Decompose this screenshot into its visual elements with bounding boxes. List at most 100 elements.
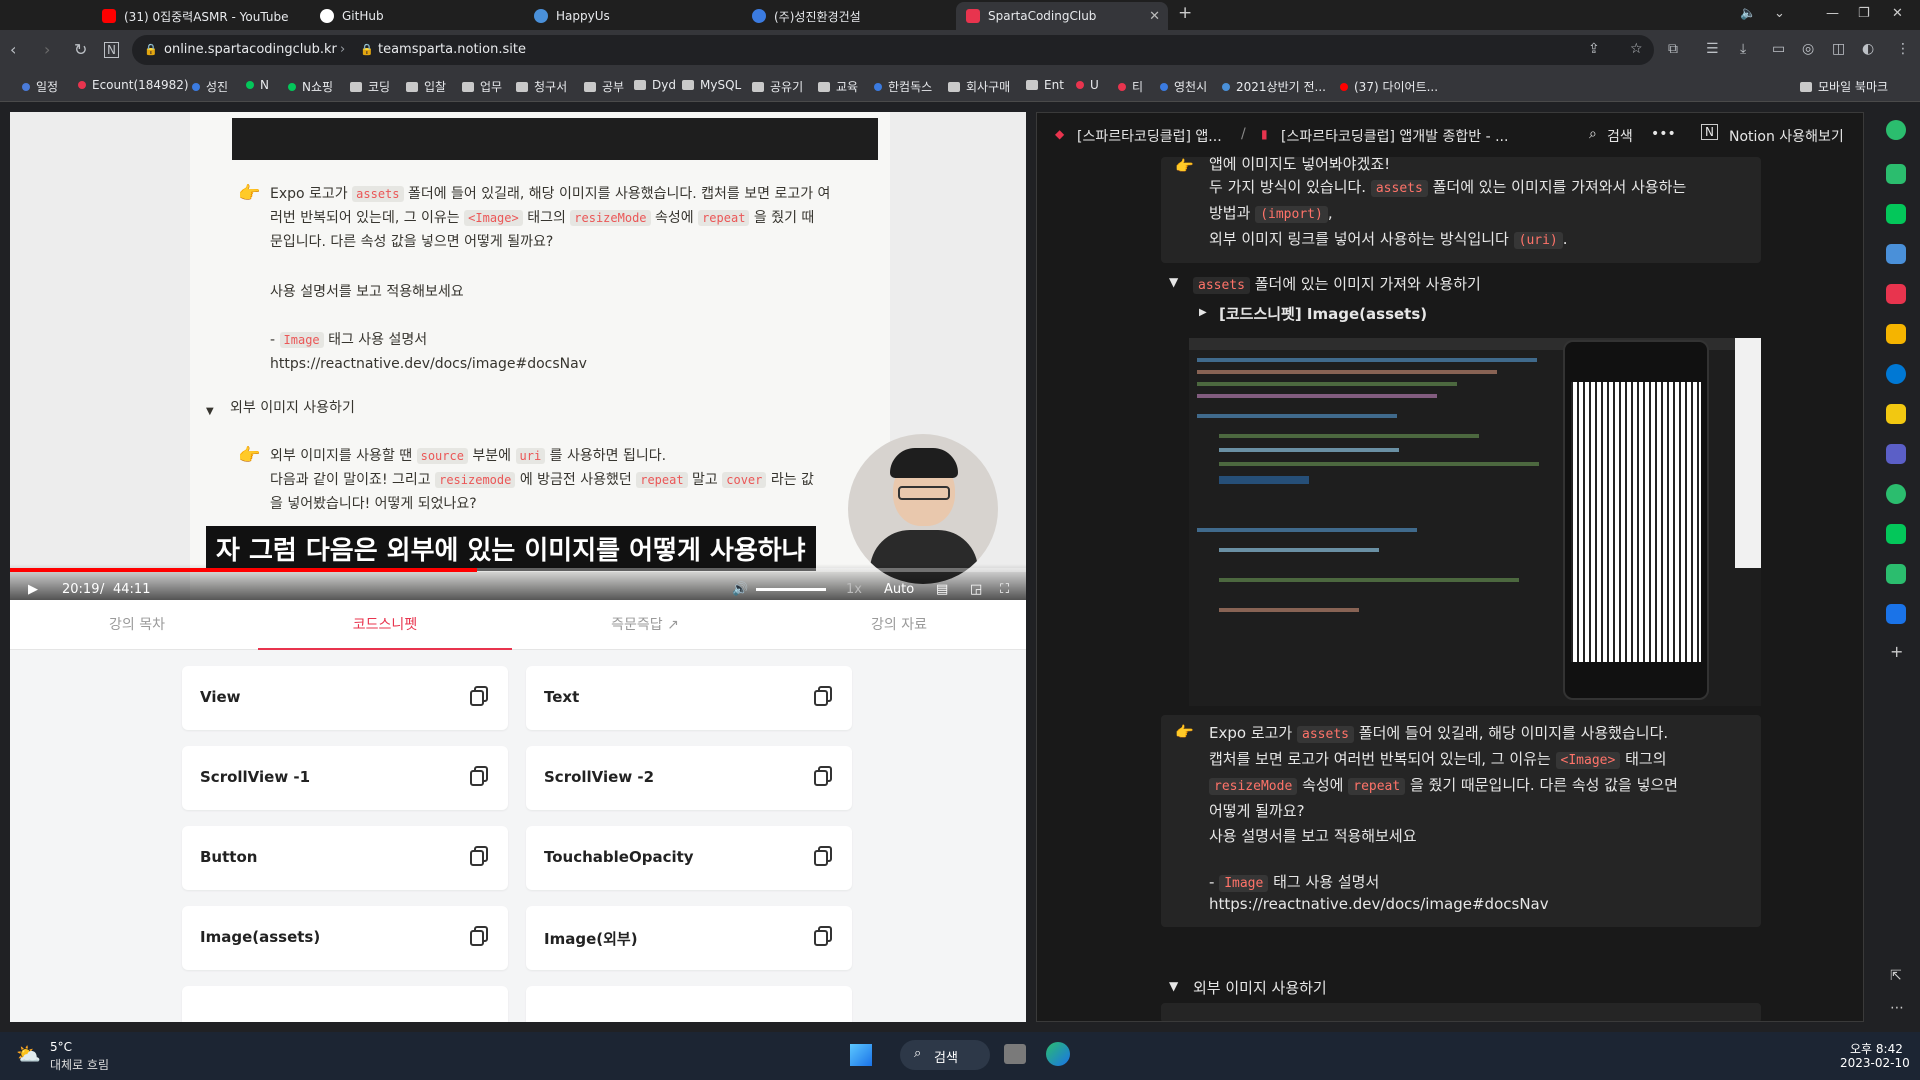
extensions-icon[interactable]: ⧉ <box>1668 41 1678 57</box>
restore-icon[interactable]: ❐ <box>1858 6 1870 21</box>
collections-icon[interactable]: ▭ <box>1772 41 1785 57</box>
copy-icon[interactable] <box>814 686 832 706</box>
snippet-card[interactable]: ScrollView -2 <box>526 746 852 810</box>
bookmark-item[interactable]: 성진 <box>192 78 228 95</box>
address-bar[interactable]: 🔒 online.spartacodingclub.kr › 🔒 teamspa… <box>132 35 1654 65</box>
star-icon[interactable] <box>1886 324 1906 344</box>
docs-link[interactable]: https://reactnative.dev/docs/image#docsN… <box>1209 895 1549 913</box>
menu-icon[interactable]: ⋮ <box>1896 41 1910 57</box>
bookmark-folder[interactable]: Dyd <box>634 78 676 92</box>
search-icon[interactable]: ⌕ <box>1589 126 1597 142</box>
profile-icon[interactable]: ◐ <box>1862 41 1874 57</box>
bookmark-item[interactable]: N쇼핑 <box>288 78 333 95</box>
copy-icon[interactable] <box>470 846 488 866</box>
more-icon[interactable]: ⋯ <box>1890 1000 1904 1016</box>
snippet-card[interactable]: Image(외부) <box>526 906 852 970</box>
calendar-icon[interactable] <box>1886 244 1906 264</box>
naver-icon[interactable] <box>1886 204 1906 224</box>
bookmark-folder[interactable]: Ent <box>1026 78 1064 92</box>
speaker-icon[interactable]: 🔈 <box>1740 6 1756 21</box>
screenshot-icon[interactable]: ◎ <box>1802 41 1814 57</box>
news-icon[interactable]: N <box>104 42 119 58</box>
whatsapp-icon[interactable] <box>1886 484 1906 504</box>
snippet-card[interactable]: ScrollView -1 <box>182 746 508 810</box>
copy-icon[interactable] <box>814 766 832 786</box>
tab-github[interactable]: GitHub <box>310 2 520 30</box>
copy-icon[interactable] <box>814 846 832 866</box>
calendar-31-icon[interactable] <box>1886 444 1906 464</box>
tab-happyus[interactable]: HappyUs <box>524 2 740 30</box>
snippet-card[interactable]: Text <box>526 666 852 730</box>
volume-slider[interactable] <box>756 588 826 591</box>
tab-spartacodingclub[interactable]: SpartaCodingClub ✕ <box>956 2 1168 30</box>
snippet-card[interactable]: Button <box>182 826 508 890</box>
app-icon[interactable] <box>1886 564 1906 584</box>
bookmark-item[interactable]: 티 <box>1118 78 1143 95</box>
external-link-icon[interactable]: ⇱ <box>1890 968 1902 984</box>
close-tab-icon[interactable]: ✕ <box>1149 9 1160 24</box>
captions-icon[interactable]: ▤ <box>936 582 948 597</box>
bookmark-folder[interactable]: 공유기 <box>752 78 803 95</box>
breadcrumb-item[interactable]: [스파르타코딩클럽] 앱개발 종합반 - ... <box>1281 126 1508 146</box>
task-view-icon[interactable] <box>1004 1044 1026 1064</box>
edge-browser-icon[interactable] <box>1046 1042 1070 1066</box>
bookmark-folder[interactable]: 청구서 <box>516 78 567 95</box>
bookmark-item[interactable]: (37) 다이어트... <box>1340 78 1438 95</box>
edge-icon[interactable] <box>1886 364 1906 384</box>
bookmark-item[interactable]: 한컴독스 <box>874 78 932 95</box>
sidebar-toggle-icon[interactable]: ◫ <box>1832 41 1845 57</box>
toggle-arrow-icon[interactable]: ▼ <box>1169 979 1178 993</box>
snippet-card[interactable]: TouchableOpacity <box>526 826 852 890</box>
bookmark-folder[interactable]: 코딩 <box>350 78 390 95</box>
play-icon[interactable]: ▶ <box>28 582 38 597</box>
quality-label[interactable]: Auto <box>884 582 914 597</box>
tab-lecture-toc[interactable]: 강의 목차 <box>10 600 264 650</box>
bookmark-item[interactable]: U <box>1076 78 1099 92</box>
tab-qna[interactable]: 즉문즉답 ↗ <box>518 600 772 650</box>
bookmark-folder[interactable]: MySQL <box>682 78 741 92</box>
snippet-card[interactable] <box>526 986 852 1022</box>
snippet-card[interactable]: Image(assets) <box>182 906 508 970</box>
share-icon[interactable]: ⇪ <box>1588 41 1600 57</box>
translate-icon[interactable] <box>1886 604 1906 624</box>
bookmark-folder[interactable]: 업무 <box>462 78 502 95</box>
fullscreen-icon[interactable]: ⛶ <box>1000 582 1009 597</box>
bookmark-folder[interactable]: 회사구매 <box>948 78 1010 95</box>
toggle-arrow-icon[interactable]: ▼ <box>1169 275 1178 289</box>
video-player[interactable]: 👉 Expo 로고가 assets 폴더에 들어 있길래, 해당 이미지를 사용… <box>10 112 1026 600</box>
try-notion-button[interactable]: Notion 사용해보기 <box>1729 126 1844 146</box>
bookmark-item[interactable]: 2021상반기 전... <box>1222 78 1326 95</box>
tab-code-snippets[interactable]: 코드스니펫 <box>258 600 512 650</box>
bookmark-item[interactable]: N <box>246 78 269 92</box>
new-tab-icon[interactable]: + <box>1178 3 1192 23</box>
snippet-toggle[interactable]: [코드스니펫] Image(assets) <box>1219 303 1427 324</box>
clock-time[interactable]: 오후 8:42 <box>1850 1040 1903 1057</box>
forward-icon[interactable]: › <box>44 40 50 59</box>
tab-lecture-materials[interactable]: 강의 자료 <box>772 600 1026 650</box>
download-icon[interactable]: ⤓ <box>1740 41 1746 57</box>
speed-label[interactable]: 1x <box>846 582 862 597</box>
windows-start-icon[interactable] <box>850 1044 872 1066</box>
bookmark-item[interactable]: 영천시 <box>1160 78 1207 95</box>
bookmark-folder[interactable]: 교육 <box>818 78 858 95</box>
add-icon[interactable]: + <box>1890 642 1903 661</box>
more-icon[interactable]: ••• <box>1651 126 1676 142</box>
copy-icon[interactable] <box>470 926 488 946</box>
notes-icon[interactable] <box>1886 404 1906 424</box>
reading-list-icon[interactable]: ☰ <box>1706 41 1719 57</box>
toggle-arrow-icon[interactable]: ▶ <box>1199 307 1207 318</box>
bookmark-folder[interactable]: 모바일 북마크 <box>1800 78 1888 95</box>
bookmark-item[interactable]: Ecount(184982) <box>78 78 189 92</box>
snippet-card[interactable] <box>182 986 508 1022</box>
bookmark-folder[interactable]: 공부 <box>584 78 624 95</box>
snippet-card[interactable]: View <box>182 666 508 730</box>
taskbar-search[interactable]: ⌕ 검색 <box>900 1040 990 1070</box>
minimize-icon[interactable]: — <box>1826 6 1839 21</box>
pocket-icon[interactable] <box>1886 284 1906 304</box>
tab-youtube[interactable]: (31) 0집중력ASMR - YouTube <box>92 2 310 30</box>
search-label[interactable]: 검색 <box>1607 126 1633 146</box>
tab-sungjin[interactable]: (주)성진환경건설 <box>742 2 954 30</box>
breadcrumb-item[interactable]: [스파르타코딩클럽] 앱... <box>1077 126 1222 146</box>
copy-icon[interactable] <box>470 686 488 706</box>
volume-icon[interactable]: 🔊 <box>732 582 748 597</box>
